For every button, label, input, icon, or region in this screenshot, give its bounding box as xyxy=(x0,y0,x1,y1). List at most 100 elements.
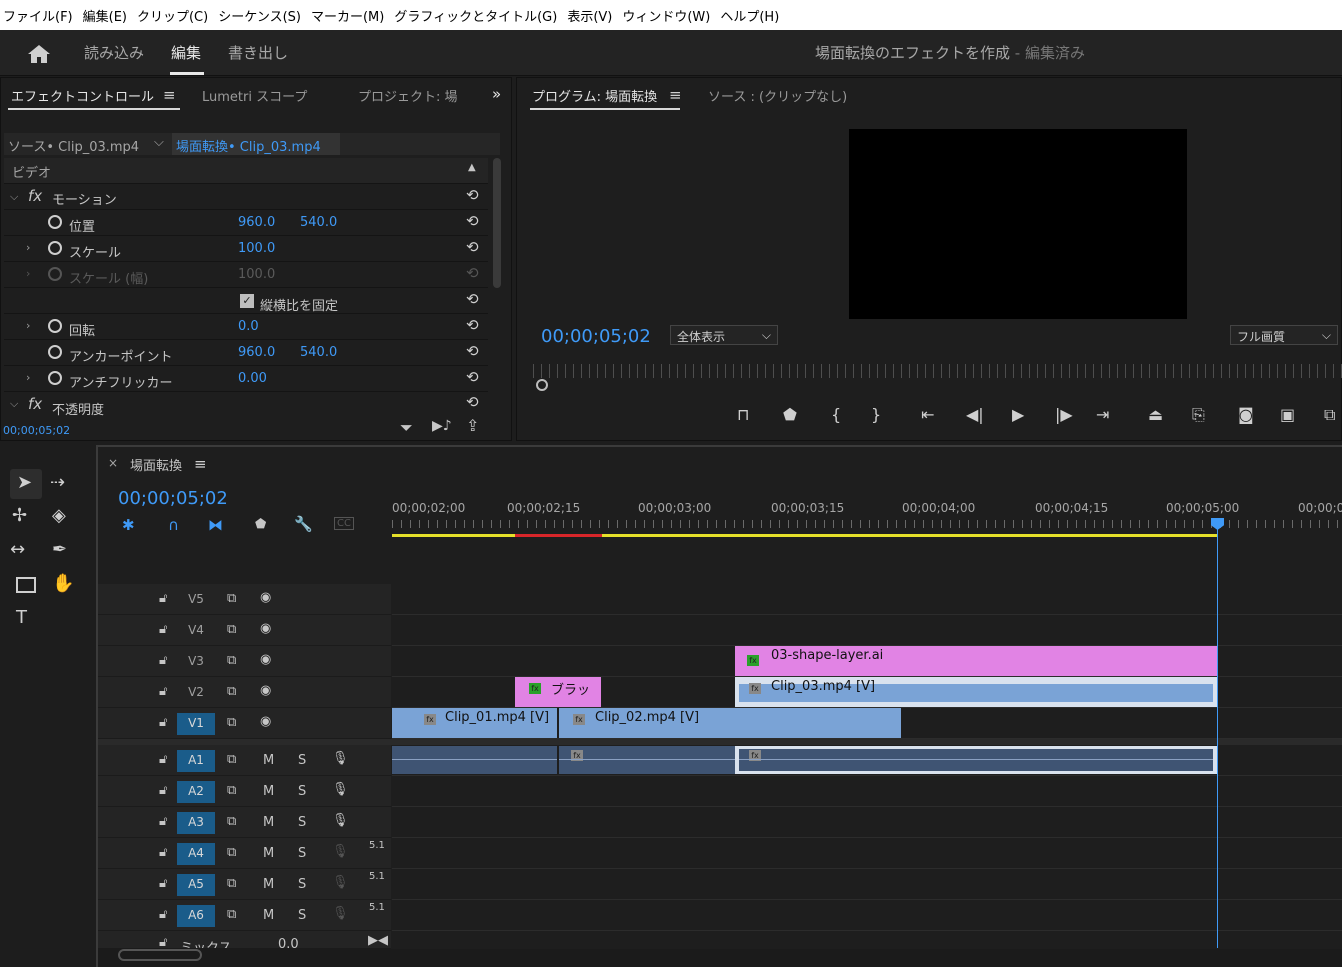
timeline-scrollbar[interactable] xyxy=(98,949,1342,967)
reset-icon[interactable]: ⟲ xyxy=(466,238,479,256)
twirl-closed-icon[interactable]: › xyxy=(26,241,30,254)
track-lane-a4[interactable] xyxy=(392,838,1342,869)
lift-icon[interactable]: ⏏ xyxy=(1148,405,1163,424)
clip-blur[interactable]: fx ブラッ xyxy=(515,677,601,707)
mute-icon[interactable]: M xyxy=(263,846,274,861)
play-icon[interactable]: ▶ xyxy=(1012,405,1024,424)
mic-icon[interactable]: 🎙︎ xyxy=(332,813,349,828)
menu-sequence[interactable]: シーケンス(S) xyxy=(215,6,308,25)
timeline-timecode[interactable]: 00;00;05;02 xyxy=(118,488,228,509)
reset-icon[interactable]: ⟲ xyxy=(466,316,479,334)
eye-icon[interactable]: ◉ xyxy=(260,652,271,667)
uniform-scale-checkbox[interactable]: ✓ xyxy=(240,294,254,308)
zoom-handle[interactable] xyxy=(536,379,548,391)
lock-icon[interactable]: 🔓︎ xyxy=(159,653,167,668)
solo-icon[interactable]: S xyxy=(298,877,306,892)
slip-tool-icon[interactable]: ↔ xyxy=(10,539,25,560)
reset-icon[interactable]: ⟲ xyxy=(466,368,479,386)
track-name[interactable]: V3 xyxy=(177,651,215,673)
tab-lumetri-scopes[interactable]: Lumetri スコープ xyxy=(202,86,307,105)
mic-icon[interactable]: 🎙︎ xyxy=(332,906,349,921)
linked-selection-icon[interactable]: ⧓ xyxy=(208,516,223,534)
eye-icon[interactable]: ◉ xyxy=(260,590,271,605)
mix-value[interactable]: 0.0 xyxy=(278,937,299,948)
home-icon[interactable] xyxy=(27,44,51,64)
antiflicker-value[interactable]: 0.00 xyxy=(238,371,267,386)
snap-icon[interactable]: ∩ xyxy=(168,516,179,534)
tab-export[interactable]: 書き出し xyxy=(228,42,288,63)
menu-help[interactable]: ヘルプ(H) xyxy=(717,6,786,25)
mark-out-icon[interactable]: } xyxy=(871,405,881,424)
track-lane-a3[interactable] xyxy=(392,807,1342,838)
sync-lock-icon[interactable]: ⧉ xyxy=(227,876,236,891)
add-marker-icon[interactable]: ⬟ xyxy=(783,405,797,424)
ripple-edit-tool-icon[interactable]: ✢ xyxy=(12,505,27,526)
sync-lock-icon[interactable]: ⧉ xyxy=(227,591,236,606)
mic-icon[interactable]: 🎙︎ xyxy=(332,782,349,797)
sync-lock-icon[interactable]: ⧉ xyxy=(227,684,236,699)
menu-edit[interactable]: 編集(E) xyxy=(80,6,134,25)
add-marker-icon[interactable]: ⬟ xyxy=(255,517,266,532)
lock-icon[interactable]: 🔓︎ xyxy=(159,622,167,637)
stopwatch-icon[interactable] xyxy=(48,345,62,359)
sync-lock-icon[interactable]: ⧉ xyxy=(227,653,236,668)
tab-effect-controls[interactable]: エフェクトコントロール xyxy=(11,86,154,105)
track-name[interactable]: A1 xyxy=(177,750,215,772)
twirl-closed-icon[interactable]: › xyxy=(26,371,30,384)
mute-icon[interactable]: M xyxy=(263,908,274,923)
pen-tool-icon[interactable]: ✒ xyxy=(52,539,67,560)
clip-clip2-video[interactable]: fx Clip_02.mp4 [V] xyxy=(559,708,901,738)
twirl-open-icon[interactable]: ⌵ xyxy=(10,397,18,411)
effect-timecode[interactable]: 00;00;05;02 xyxy=(3,424,70,437)
sync-lock-icon[interactable]: ⧉ xyxy=(227,814,236,829)
track-name[interactable]: V4 xyxy=(177,620,215,642)
timeline-ruler[interactable]: 00;00;02;00 00;00;02;15 00;00;03;00 00;0… xyxy=(392,490,1342,540)
reset-icon[interactable]: ⟲ xyxy=(466,186,479,204)
step-forward-icon[interactable]: |▶ xyxy=(1055,405,1073,424)
sync-lock-icon[interactable]: ⧉ xyxy=(227,783,236,798)
clip-shape-layer[interactable]: fx 03-shape-layer.ai xyxy=(735,646,1217,676)
track-lane-v5[interactable] xyxy=(392,584,1342,615)
sync-lock-icon[interactable]: ⧉ xyxy=(227,715,236,730)
chevron-down-icon[interactable]: ⌵ xyxy=(154,135,164,150)
track-name[interactable]: V1 xyxy=(177,713,215,735)
lock-icon[interactable]: 🔓︎ xyxy=(159,845,167,860)
lock-icon[interactable]: 🔓︎ xyxy=(159,752,167,767)
wrench-icon[interactable]: 🔧 xyxy=(294,515,313,533)
sync-lock-icon[interactable]: ⧉ xyxy=(227,907,236,922)
menu-file[interactable]: ファイル(F) xyxy=(0,6,80,25)
fx-icon[interactable]: fx xyxy=(28,187,42,205)
lock-icon[interactable]: 🔓︎ xyxy=(159,876,167,891)
track-name[interactable]: V5 xyxy=(177,589,215,611)
tab-program[interactable]: プログラム: 場面転換 xyxy=(532,86,657,105)
mic-icon[interactable]: 🎙︎ xyxy=(332,844,349,859)
camera-icon[interactable]: ◙ xyxy=(1238,405,1254,424)
lock-icon[interactable]: 🔓︎ xyxy=(159,715,167,730)
menu-icon[interactable]: ≡ xyxy=(669,86,682,104)
tab-source[interactable]: ソース : (クリップなし) xyxy=(708,86,847,105)
quality-dropdown[interactable]: フル画質 ⌵ xyxy=(1230,325,1338,345)
mark-in-icon[interactable]: { xyxy=(831,405,841,424)
stopwatch-icon[interactable] xyxy=(48,241,62,255)
reset-icon[interactable]: ⟲ xyxy=(466,342,479,360)
stopwatch-icon[interactable] xyxy=(48,371,62,385)
program-time-ruler[interactable] xyxy=(533,364,1342,378)
lock-icon[interactable]: 🔓︎ xyxy=(159,684,167,699)
track-lane-a2[interactable] xyxy=(392,776,1342,807)
track-name[interactable]: A2 xyxy=(177,781,215,803)
mute-icon[interactable]: M xyxy=(263,784,274,799)
track-name[interactable]: A4 xyxy=(177,843,215,865)
scale-value[interactable]: 100.0 xyxy=(238,241,275,256)
type-tool-icon[interactable]: T xyxy=(16,607,27,628)
razor-tool-icon[interactable]: ◈ xyxy=(52,505,66,526)
solo-icon[interactable]: S xyxy=(298,753,306,768)
extract-icon[interactable]: ⎘ xyxy=(1192,405,1205,425)
menu-marker[interactable]: マーカー(M) xyxy=(308,6,391,25)
effects-scrollbar[interactable] xyxy=(493,158,501,288)
eye-icon[interactable]: ◉ xyxy=(260,683,271,698)
mic-icon[interactable]: 🎙︎ xyxy=(332,751,349,766)
lock-icon[interactable]: 🔓︎ xyxy=(159,907,167,922)
track-lane-v4[interactable] xyxy=(392,615,1342,646)
track-lane-a5[interactable] xyxy=(392,869,1342,900)
lock-icon[interactable]: 🔓︎ xyxy=(159,814,167,829)
